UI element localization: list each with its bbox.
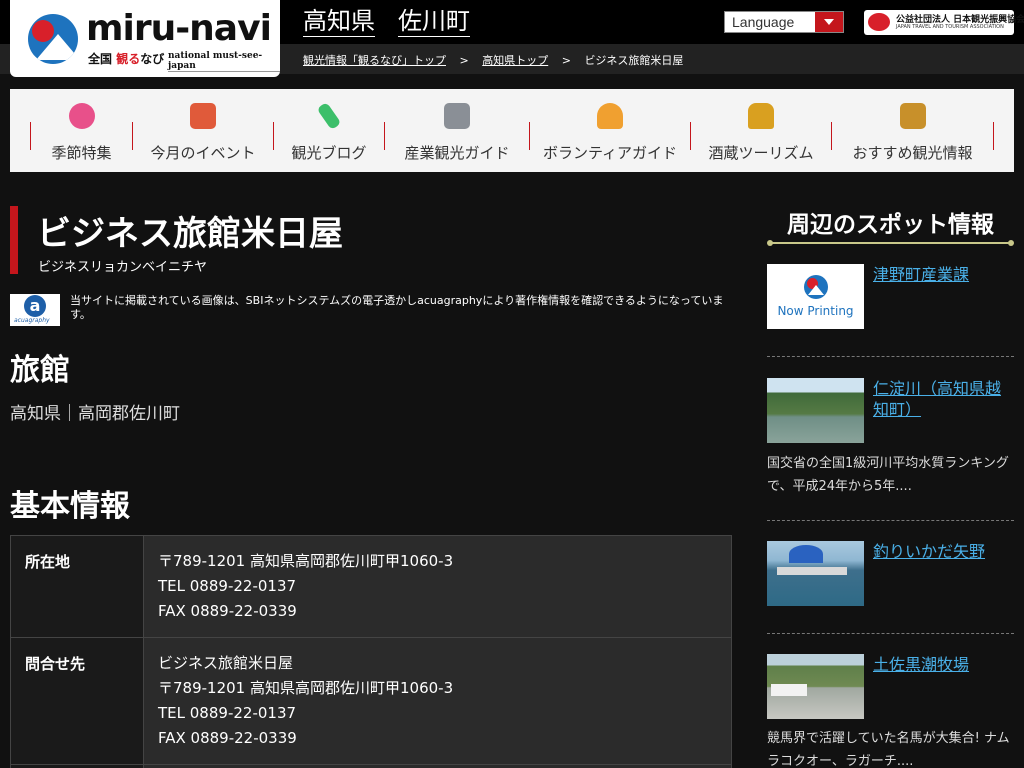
mt-fuji-logo-icon — [28, 14, 78, 64]
table-row — [10, 764, 732, 768]
logo-subtitle: 全国 観るなび — [88, 52, 165, 66]
sake-icon — [748, 103, 774, 129]
address-line: 〒789-1201 高知県高岡郡佐川町甲1060-3 — [158, 679, 454, 697]
row-label: 所在地 — [10, 535, 144, 638]
nav-label: 観光ブログ — [291, 144, 367, 162]
row-value: 〒789-1201 高知県高岡郡佐川町甲1060-3 TEL 0889-22-0… — [143, 535, 732, 638]
breadcrumb-separator: > — [459, 54, 469, 67]
row-value — [143, 764, 732, 768]
nav-item-blog[interactable]: 観光ブログ — [274, 101, 384, 162]
logo-brand-text: miru-navi — [86, 8, 272, 49]
page-title: ビジネス旅館米日屋 — [37, 214, 343, 254]
nav-item-sake[interactable]: 酒蔵ツーリズム — [691, 101, 831, 162]
site-logo[interactable]: miru-navi 全国 観るなび national must-see-japa… — [10, 0, 280, 77]
nav-item-volunteer[interactable]: ボランティアガイド — [530, 101, 690, 162]
spot-item: 釣りいかだ矢野 — [767, 541, 1014, 611]
section-heading-basic-info: 基本情報 — [10, 489, 130, 524]
address-line: 〒789-1201 高知県高岡郡佐川町甲1060-3 — [158, 552, 454, 570]
jnto-emblem-icon — [868, 13, 890, 31]
spot-divider — [767, 520, 1014, 521]
row-label — [10, 764, 144, 768]
spot-link[interactable]: 土佐黒潮牧場 — [873, 654, 1014, 675]
pen-icon — [316, 101, 342, 131]
spot-item: 土佐黒潮牧場 競馬界で活躍していた名馬が大集合! ナムラコクオー、ラガーチ...… — [767, 654, 1014, 768]
now-printing-text: Now Printing — [777, 304, 854, 318]
tel-line: TEL 0889-22-0137 — [158, 577, 297, 595]
logo-tagline: national must-see-japan — [168, 51, 280, 72]
category-heading: 旅館 — [10, 353, 70, 388]
nav-label: 産業観光ガイド — [404, 144, 510, 162]
nav-item-seasonal[interactable]: 季節特集 — [31, 101, 132, 162]
nav-label: 今月のイベント — [150, 144, 256, 162]
mt-fuji-logo-icon — [804, 275, 828, 299]
language-label: Language — [732, 14, 795, 30]
fax-line: FAX 0889-22-0339 — [158, 729, 297, 747]
nav-label: おすすめ観光情報 — [852, 144, 973, 162]
nav-label: 季節特集 — [51, 144, 112, 162]
breadcrumb-current: ビジネス旅館米日屋 — [584, 54, 684, 67]
breadcrumb-separator: > — [561, 54, 571, 67]
breadcrumb-link-top[interactable]: 観光情報「観るなび」トップ — [303, 54, 446, 67]
nav-label: 酒蔵ツーリズム — [708, 144, 814, 162]
camera-icon — [190, 103, 216, 129]
suitcase-icon — [899, 103, 926, 129]
tel-line: TEL 0889-22-0137 — [158, 704, 297, 722]
location-text: 高知県｜高岡郡佐川町 — [10, 404, 180, 424]
nav-divider — [993, 122, 994, 150]
title-accent-bar — [10, 206, 18, 274]
spot-item: 仁淀川（高知県越知町） 国交省の全国1級河川平均水質ランキングで、平成24年から… — [767, 378, 1014, 498]
fax-line: FAX 0889-22-0339 — [158, 602, 297, 620]
chevron-down-icon — [815, 12, 843, 32]
factory-icon — [444, 103, 470, 129]
prefecture-link[interactable]: 高知県 — [303, 6, 375, 37]
spot-description: 競馬界で活躍していた名馬が大集合! ナムラコクオー、ラガーチ.... — [767, 731, 1010, 768]
spot-thumbnail[interactable] — [767, 654, 864, 719]
spot-item: Now Printing 津野町産業課 — [767, 264, 1014, 334]
jnto-name-en: JAPAN TRAVEL AND TOURISM ASSOCIATION — [896, 24, 1004, 30]
spot-divider — [767, 633, 1014, 634]
jnto-logo-link[interactable]: 公益社団法人 日本観光振興協会 JAPAN TRAVEL AND TOURISM… — [864, 10, 1024, 35]
contact-name-line: ビジネス旅館米日屋 — [158, 654, 294, 672]
spot-divider — [767, 356, 1014, 357]
main-nav: 季節特集 今月のイベント 観光ブログ 産業観光ガイド ボランティアガイド 酒蔵ツ… — [10, 89, 1014, 172]
sidebar-title-rule — [767, 240, 1014, 246]
nav-item-industrial[interactable]: 産業観光ガイド — [385, 101, 529, 162]
spot-description: 国交省の全国1級河川平均水質ランキングで、平成24年から5年.... — [767, 456, 1009, 494]
spot-link[interactable]: 釣りいかだ矢野 — [873, 541, 1014, 562]
sidebar-title: 周辺のスポット情報 — [787, 212, 994, 238]
breadcrumb: 観光情報「観るなび」トップ > 高知県トップ > ビジネス旅館米日屋 — [303, 52, 683, 68]
town-link[interactable]: 佐川町 — [398, 6, 470, 37]
acuagraphy-icon: a — [24, 295, 46, 317]
nav-label: ボランティアガイド — [542, 144, 678, 162]
nav-item-recommended[interactable]: おすすめ観光情報 — [832, 101, 993, 162]
spot-thumbnail[interactable]: Now Printing — [767, 264, 864, 329]
table-row: 所在地 〒789-1201 高知県高岡郡佐川町甲1060-3 TEL 0889-… — [10, 535, 732, 638]
acuagraphy-logo: a acuagraphy — [10, 294, 60, 326]
language-select[interactable]: Language — [724, 11, 844, 33]
spot-thumbnail[interactable] — [767, 378, 864, 443]
spot-link[interactable]: 津野町産業課 — [873, 264, 1014, 285]
table-row: 問合せ先 ビジネス旅館米日屋 〒789-1201 高知県高岡郡佐川町甲1060-… — [10, 637, 732, 765]
spot-thumbnail[interactable] — [767, 541, 864, 606]
nav-item-events[interactable]: 今月のイベント — [133, 101, 273, 162]
acuagraphy-logo-text: acuagraphy — [14, 317, 50, 324]
watermark-notice: 当サイトに掲載されている画像は、SBIネットシステムズの電子透かしacuagra… — [70, 294, 724, 321]
cherry-blossom-icon — [68, 103, 95, 129]
spot-link[interactable]: 仁淀川（高知県越知町） — [873, 378, 1014, 420]
basic-info-table: 所在地 〒789-1201 高知県高岡郡佐川町甲1060-3 TEL 0889-… — [10, 535, 732, 768]
page-title-kana: ビジネスリョカンベイニチヤ — [38, 260, 208, 275]
guide-person-icon — [597, 103, 623, 129]
row-label: 問合せ先 — [10, 637, 144, 765]
row-value: ビジネス旅館米日屋 〒789-1201 高知県高岡郡佐川町甲1060-3 TEL… — [143, 637, 732, 765]
breadcrumb-link-prefecture[interactable]: 高知県トップ — [482, 54, 548, 67]
